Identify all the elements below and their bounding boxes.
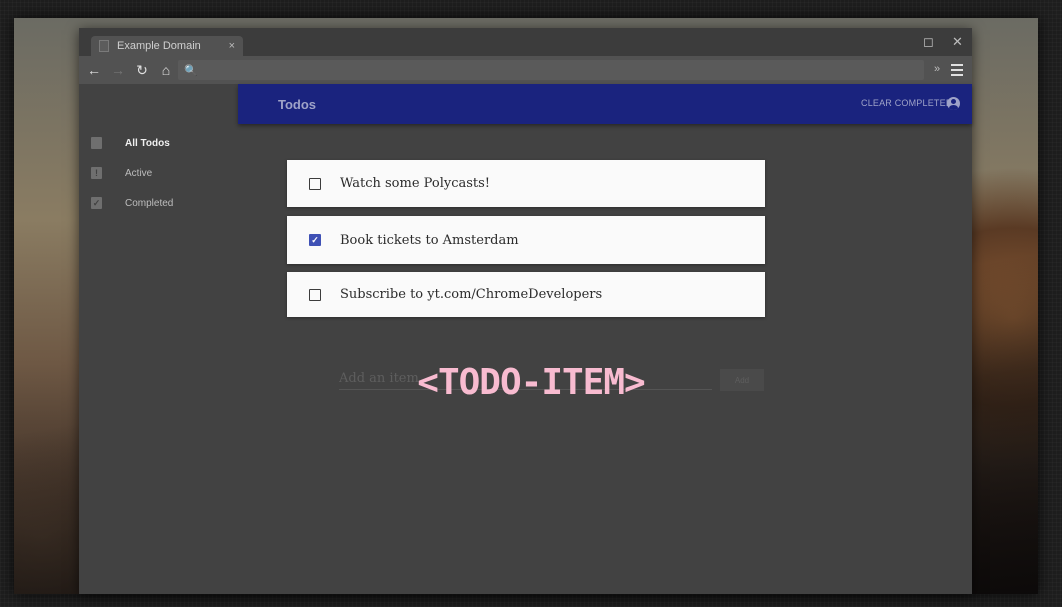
extensions-chevron-icon[interactable]: »	[934, 63, 940, 75]
back-icon[interactable]: ←	[82, 62, 106, 78]
restore-icon[interactable]: ◻	[923, 34, 934, 50]
title-bar: Example Domain × ◻ ✕	[79, 28, 972, 56]
app-title: Todos	[278, 96, 317, 112]
tab-close-icon[interactable]: ×	[229, 40, 235, 52]
search-icon: 🔍	[184, 64, 198, 77]
todo-text: Watch some Polycasts!	[340, 176, 491, 191]
check-box-icon: ✓	[91, 197, 102, 209]
sidebar-item-active[interactable]: ! Active	[79, 158, 238, 188]
todo-text: Book tickets to Amsterdam	[340, 232, 519, 248]
todo-checkbox[interactable]	[309, 288, 321, 301]
tab-title: Example Domain	[117, 40, 201, 52]
sidebar-item-label: All Todos	[125, 137, 170, 149]
overlay-title: <TODO-ITEM>	[417, 361, 645, 403]
sidebar-item-label: Completed	[125, 197, 174, 209]
menu-icon[interactable]	[951, 64, 963, 79]
browser-toolbar: ← → ↻ ⌂ 🔍 »	[79, 56, 972, 84]
clipboard-alert-icon: !	[91, 167, 102, 179]
sidebar: All Todos ! Active ✓ Completed	[79, 84, 238, 594]
close-icon[interactable]: ✕	[952, 34, 963, 50]
page-content: All Todos ! Active ✓ Completed Todos CLE…	[79, 84, 972, 594]
page-icon	[99, 40, 109, 52]
todo-item: Watch some Polycasts!	[287, 160, 765, 207]
add-button[interactable]: Add	[720, 369, 764, 391]
clipboard-icon	[91, 137, 102, 149]
reload-icon[interactable]: ↻	[130, 62, 154, 79]
sidebar-item-completed[interactable]: ✓ Completed	[79, 188, 238, 218]
browser-tab[interactable]: Example Domain ×	[91, 36, 243, 56]
app-header: Todos CLEAR COMPLETED	[238, 84, 972, 124]
todo-checkbox[interactable]: ✓	[309, 234, 321, 246]
todo-item: ✓ Book tickets to Amsterdam	[287, 216, 765, 264]
todo-item: Subscribe to yt.com/ChromeDevelopers	[287, 272, 765, 317]
sidebar-item-all-todos[interactable]: All Todos	[79, 128, 238, 158]
todo-checkbox[interactable]	[309, 177, 321, 190]
address-input[interactable]	[197, 61, 924, 79]
home-icon[interactable]: ⌂	[154, 62, 178, 78]
browser-window: Example Domain × ◻ ✕ ← → ↻ ⌂ 🔍 » All Tod…	[79, 28, 972, 594]
clear-completed-button[interactable]: CLEAR COMPLETED	[861, 98, 953, 108]
address-bar[interactable]: 🔍	[178, 60, 924, 80]
todo-text: Subscribe to yt.com/ChromeDevelopers	[340, 287, 603, 302]
account-icon[interactable]	[947, 97, 960, 110]
forward-icon[interactable]: →	[106, 62, 130, 78]
sidebar-item-label: Active	[125, 167, 153, 179]
